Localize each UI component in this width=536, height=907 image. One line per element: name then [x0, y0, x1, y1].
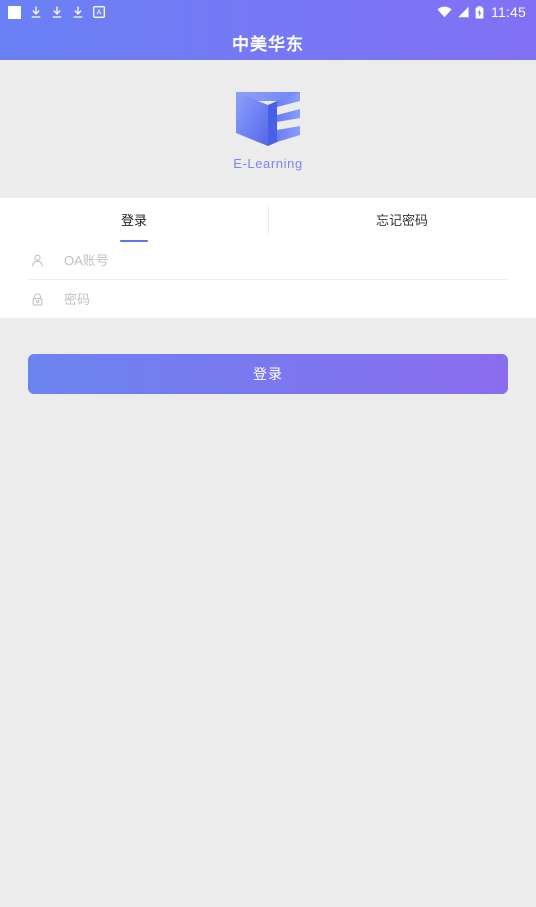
app-title-bar: 中美华东	[0, 24, 536, 60]
status-bar-right-icons: 11:45	[437, 4, 526, 20]
status-bar-clock: 11:45	[491, 4, 526, 20]
auth-tabs: 登录 忘记密码	[0, 198, 536, 242]
tab-login-label: 登录	[121, 210, 147, 231]
download-icon	[31, 5, 41, 18]
status-bar-left-icons: A	[8, 5, 105, 19]
wifi-icon	[437, 6, 452, 18]
download-icon	[52, 5, 62, 18]
page-title: 中美华东	[232, 34, 304, 54]
e-learning-logo-icon	[236, 91, 300, 146]
password-input[interactable]	[64, 291, 508, 307]
tab-login[interactable]: 登录	[0, 198, 268, 242]
tab-forgot-password-label: 忘记密码	[375, 212, 428, 228]
status-bar: A 11:45	[0, 0, 536, 24]
a-box-icon: A	[93, 6, 105, 18]
signal-icon	[458, 6, 469, 18]
action-area: 登录	[0, 318, 536, 907]
login-form	[0, 242, 536, 318]
login-screen: A 11:45 中美华东 E-Learning 登录 忘记密码 OA账号 登录	[0, 0, 536, 907]
download-icon	[73, 5, 83, 18]
tab-forgot-password[interactable]: 忘记密码	[268, 198, 536, 242]
battery-charging-icon	[475, 5, 484, 18]
account-input[interactable]	[64, 253, 508, 268]
logo-caption: E-Learning	[233, 155, 303, 171]
account-field-row[interactable]	[28, 242, 508, 280]
lock-icon	[28, 290, 46, 308]
logo-area: E-Learning	[0, 60, 536, 198]
user-icon	[28, 252, 46, 270]
password-field-row[interactable]	[28, 280, 508, 318]
white-square-icon	[8, 5, 21, 19]
svg-text:A: A	[97, 8, 102, 17]
login-button[interactable]: 登录	[28, 354, 508, 394]
